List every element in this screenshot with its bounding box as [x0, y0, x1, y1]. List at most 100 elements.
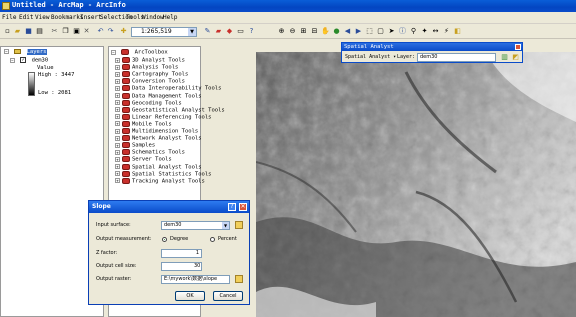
layer-visibility-checkbox[interactable]: ✓: [20, 57, 27, 63]
undo-icon[interactable]: ↶: [96, 27, 105, 36]
editor-icon[interactable]: ✎: [203, 27, 212, 36]
arctoolbox-icon[interactable]: ◆: [225, 27, 234, 36]
collapse-icon[interactable]: −: [10, 57, 15, 63]
copy-icon[interactable]: ❐: [61, 27, 70, 36]
help-icon[interactable]: ?: [228, 203, 236, 211]
toolbox-item[interactable]: + Tracking Analyst Tools: [115, 177, 205, 186]
ok-button[interactable]: OK: [175, 291, 205, 301]
toolbox-icon: [122, 85, 130, 92]
print-icon[interactable]: ▤: [35, 27, 44, 36]
forward-extent-icon[interactable]: ▶: [354, 27, 363, 36]
toolbox-item-label: Multidimension Tools: [132, 128, 199, 135]
chevron-down-icon[interactable]: ▼: [188, 28, 196, 36]
expand-icon[interactable]: +: [115, 142, 120, 148]
delete-icon[interactable]: ✕: [82, 27, 91, 36]
fixed-zoom-in-icon[interactable]: ⊞: [299, 27, 308, 36]
open-icon[interactable]: ▰: [13, 27, 22, 36]
degree-label: Degree: [170, 236, 189, 242]
map-display[interactable]: [256, 52, 576, 317]
cancel-button[interactable]: Cancel: [213, 291, 243, 301]
map-scale-combo[interactable]: 1:265,519 ▼: [131, 27, 197, 37]
menu-window[interactable]: Window: [142, 14, 164, 21]
paste-icon[interactable]: ▣: [72, 27, 81, 36]
collapse-icon[interactable]: −: [4, 49, 9, 54]
expand-icon[interactable]: +: [115, 93, 120, 98]
expand-icon[interactable]: +: [115, 57, 120, 63]
z-factor-label: Z factor:: [96, 250, 118, 256]
layer-dem30[interactable]: − ✓ dem30: [10, 57, 48, 65]
layer-select[interactable]: dem30: [417, 53, 496, 62]
collapse-icon[interactable]: −: [111, 49, 116, 55]
expand-icon[interactable]: +: [115, 171, 120, 177]
hyperlink-icon[interactable]: ⚡: [442, 27, 451, 36]
toolbox-icon: [122, 156, 130, 163]
expand-icon[interactable]: +: [115, 78, 120, 84]
menu-edit[interactable]: Edit: [19, 14, 33, 21]
new-icon[interactable]: ▫: [3, 27, 12, 36]
layers-root[interactable]: − Layers: [4, 49, 47, 56]
expand-icon[interactable]: +: [115, 156, 120, 162]
select-elements-icon[interactable]: ➤: [387, 27, 396, 36]
select-features-icon[interactable]: ⬚: [365, 27, 374, 36]
expand-icon[interactable]: +: [115, 178, 120, 184]
toolbox-item-label: Mobile Tools: [132, 121, 172, 128]
degree-radio[interactable]: [162, 237, 167, 242]
toolbox-icon: [122, 149, 130, 156]
histogram-icon[interactable]: ▥: [500, 53, 509, 62]
menu-bookmarks[interactable]: Bookmarks: [51, 14, 84, 21]
close-icon[interactable]: [515, 44, 521, 50]
expand-icon[interactable]: +: [115, 107, 120, 113]
back-extent-icon[interactable]: ◀: [343, 27, 352, 36]
expand-icon[interactable]: +: [115, 135, 120, 141]
spatial-analyst-toolbar: Spatial Analyst Spatial Analyst ▾ Layer:…: [341, 42, 523, 63]
z-factor-input[interactable]: 1: [161, 249, 202, 258]
help-icon[interactable]: ?: [247, 27, 256, 36]
input-surface-select[interactable]: dem30 ▼: [161, 221, 230, 230]
find-icon[interactable]: ⚲: [409, 27, 418, 36]
expand-icon[interactable]: +: [115, 85, 120, 91]
menu-insert[interactable]: Insert: [80, 14, 102, 21]
menu-file[interactable]: File: [2, 14, 16, 21]
expand-icon[interactable]: +: [115, 128, 120, 134]
expand-icon[interactable]: +: [115, 114, 120, 120]
full-extent-icon[interactable]: ●: [332, 27, 341, 36]
contour-icon[interactable]: ◩: [511, 53, 520, 62]
spatial-analyst-menu[interactable]: Spatial Analyst ▾: [345, 53, 396, 62]
add-data-icon[interactable]: ✚: [119, 27, 128, 36]
output-raster-input[interactable]: E:\mywork\数据\slope: [161, 275, 230, 284]
chevron-down-icon[interactable]: ▼: [222, 222, 229, 229]
expand-icon[interactable]: +: [115, 64, 120, 70]
folder-icon[interactable]: [235, 221, 243, 229]
expand-icon[interactable]: +: [115, 100, 120, 106]
expand-icon[interactable]: +: [115, 149, 120, 155]
output-cell-size-input[interactable]: 30: [161, 262, 202, 271]
close-icon[interactable]: ✕: [239, 203, 247, 211]
go-to-xy-icon[interactable]: ✦: [420, 27, 429, 36]
expand-icon[interactable]: +: [115, 164, 120, 169]
save-icon[interactable]: ■: [24, 27, 33, 36]
menu-help[interactable]: Help: [163, 14, 177, 21]
expand-icon[interactable]: +: [115, 121, 120, 127]
command-line-icon[interactable]: ▭: [236, 27, 245, 36]
cut-icon[interactable]: ✂: [50, 27, 59, 36]
fixed-zoom-out-icon[interactable]: ⊟: [310, 27, 319, 36]
folder-icon[interactable]: [235, 275, 243, 283]
time-slider-icon[interactable]: ◧: [453, 27, 462, 36]
measure-icon[interactable]: ↔: [431, 27, 440, 36]
identify-icon[interactable]: ⓘ: [398, 27, 407, 36]
toolbox-item-label: Linear Referencing Tools: [132, 114, 212, 121]
zoom-in-icon[interactable]: ⊕: [277, 27, 286, 36]
zoom-out-icon[interactable]: ⊖: [288, 27, 297, 36]
menu-view[interactable]: View: [35, 14, 49, 21]
clear-selection-icon[interactable]: ▢: [376, 27, 385, 36]
toolbox-icon: [121, 49, 130, 55]
expand-icon[interactable]: +: [115, 71, 120, 77]
percent-radio[interactable]: [210, 237, 215, 242]
toolbox-item-label: 3D Analyst Tools: [132, 57, 185, 64]
pan-icon[interactable]: ✋: [321, 27, 330, 36]
toolbox-icon[interactable]: ▰: [214, 27, 223, 36]
toolbox-root[interactable]: − ArcToolbox: [111, 49, 168, 57]
toolbox-icon: [122, 99, 130, 106]
toolbox-item-label: Spatial Statistics Tools: [132, 171, 212, 178]
redo-icon[interactable]: ↷: [106, 27, 115, 36]
